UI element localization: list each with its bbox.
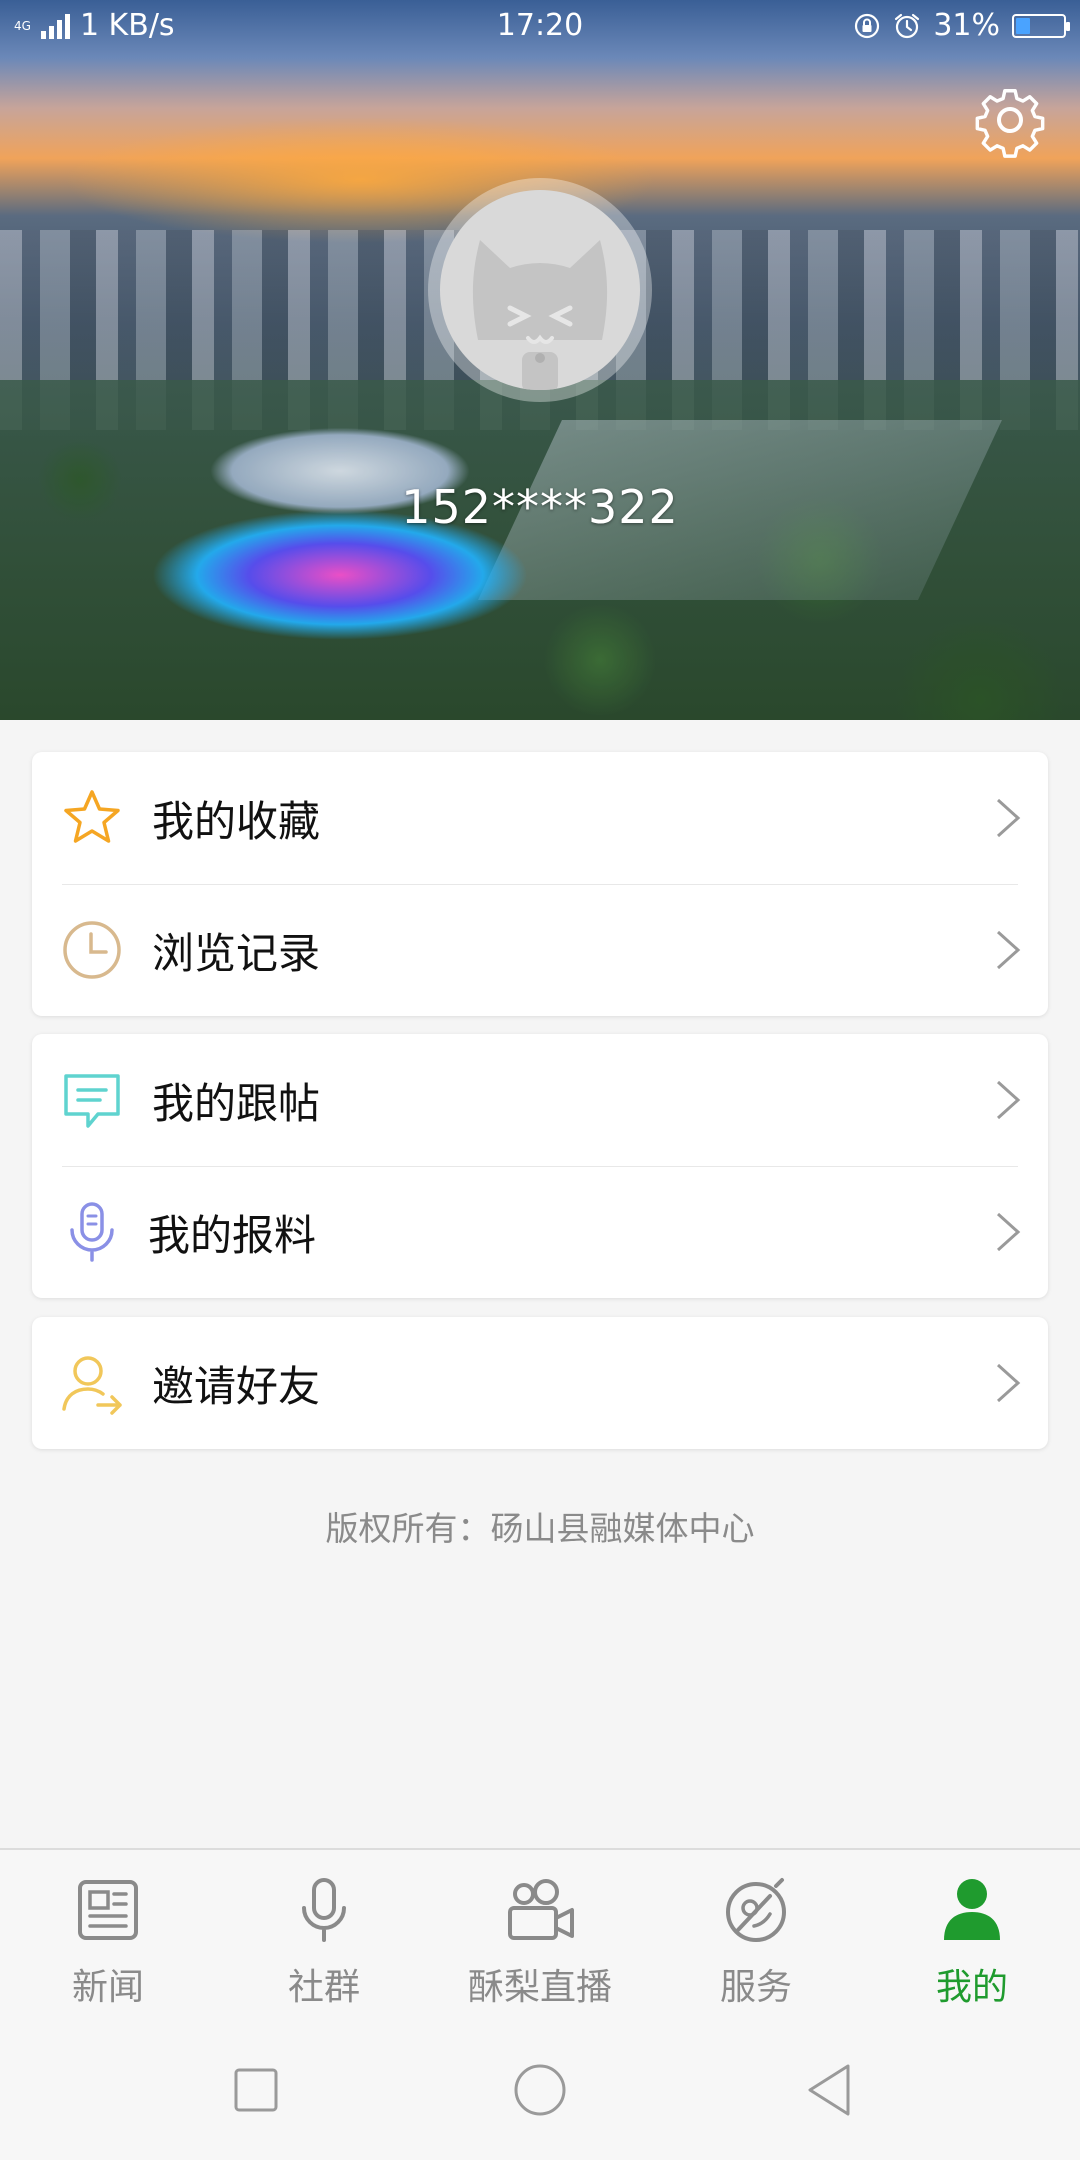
- chevron-right-icon: [996, 1212, 1021, 1252]
- menu-item-my-reports[interactable]: 我的报料: [32, 1166, 1048, 1298]
- tab-label: 社群: [287, 1967, 360, 2008]
- clock-icon: [63, 921, 121, 979]
- battery-percent: 31%: [933, 8, 1000, 43]
- tab-label: 新闻: [71, 1967, 144, 2008]
- tab-services[interactable]: 服务: [648, 1850, 864, 2020]
- menu-item-label: 我的跟帖: [152, 1078, 321, 1128]
- news-icon: [78, 1880, 138, 1940]
- home-button[interactable]: [508, 2058, 572, 2122]
- tab-label: 我的: [935, 1967, 1008, 2008]
- menu-card-2: 我的跟帖 我的报料: [32, 1034, 1048, 1298]
- menu-item-label: 我的收藏: [152, 796, 321, 846]
- star-icon: [64, 790, 120, 843]
- tab-label: 服务: [719, 1967, 792, 2008]
- user-phone-number: 152****322: [401, 480, 679, 534]
- status-bar: 4G 1 KB/s 17:20 31%: [0, 0, 1080, 54]
- microphone-icon: [70, 1202, 114, 1262]
- menu-item-my-comments[interactable]: 我的跟帖: [32, 1034, 1048, 1166]
- menu-item-label: 邀请好友: [152, 1361, 321, 1411]
- alarm-icon: [895, 13, 920, 38]
- settings-gear-icon[interactable]: [970, 80, 1050, 160]
- compass-icon: [726, 1878, 786, 1942]
- avatar[interactable]: [428, 178, 652, 402]
- tab-label: 酥梨直播: [467, 1967, 612, 2008]
- chevron-right-icon: [996, 1363, 1021, 1403]
- tab-community[interactable]: 社群: [216, 1850, 432, 2020]
- cat-avatar-icon: [472, 240, 608, 390]
- comment-icon: [64, 1074, 120, 1128]
- rotation-lock-icon: [855, 13, 880, 38]
- menu-card-1: 我的收藏 浏览记录: [32, 752, 1048, 1016]
- invite-user-icon: [62, 1356, 122, 1415]
- bottom-tab-bar: 新闻 社群 酥梨直播 服务 我的: [0, 1848, 1080, 2020]
- copyright-text: 版权所有：砀山县融媒体中心: [325, 1509, 755, 1548]
- video-camera-icon: [508, 1879, 574, 1940]
- tab-mine[interactable]: 我的: [864, 1850, 1080, 2020]
- menu-item-label: 我的报料: [148, 1210, 317, 1260]
- battery-icon: [1012, 13, 1070, 38]
- tab-live[interactable]: 酥梨直播: [432, 1850, 648, 2020]
- recent-apps-button[interactable]: [224, 2058, 288, 2122]
- chevron-right-icon: [996, 1080, 1021, 1120]
- menu-item-history[interactable]: 浏览记录: [32, 884, 1048, 1016]
- menu-item-favorites[interactable]: 我的收藏: [32, 752, 1048, 884]
- menu-item-label: 浏览记录: [152, 928, 321, 978]
- back-button[interactable]: [798, 2058, 862, 2122]
- microphone-icon: [302, 1878, 346, 1942]
- menu-card-3: 邀请好友: [32, 1317, 1048, 1449]
- chevron-right-icon: [996, 930, 1021, 970]
- person-icon: [944, 1879, 1000, 1940]
- system-navigation-bar: [0, 2020, 1080, 2160]
- menu-item-invite-friends[interactable]: 邀请好友: [32, 1317, 1048, 1449]
- tab-news[interactable]: 新闻: [0, 1850, 216, 2020]
- chevron-right-icon: [996, 798, 1021, 838]
